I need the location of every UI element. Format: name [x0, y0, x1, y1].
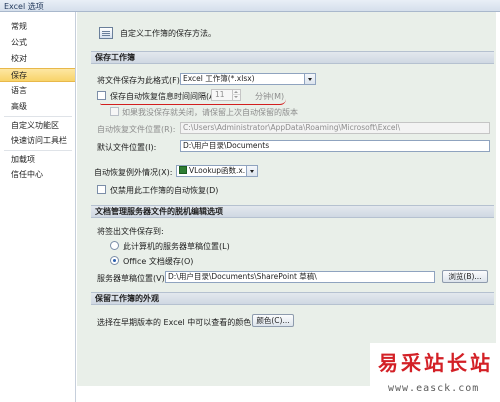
autorecover-location-input[interactable]: C:\Users\Administrator\AppData\Roaming\M… [180, 122, 490, 134]
watermark-logo-text: 易采站长站 [378, 351, 493, 375]
chevron-down-icon[interactable] [246, 166, 257, 176]
autorecover-exceptions-label: 自动恢复例外情况(X): [94, 168, 173, 177]
save-checked-out-label: 将签出文件保存到: [97, 227, 164, 236]
nav-item-quick-access-toolbar[interactable]: 快速访问工具栏 [0, 134, 75, 148]
keep-last-version-label: 如果我没保存就关闭，请保留上次自动保留的版本 [122, 108, 298, 117]
section-preserve-appearance: 保留工作簿的外观 [91, 292, 494, 305]
page-description: 自定义工作簿的保存方法。 [120, 29, 216, 38]
autorecover-minutes-value: 11 [215, 90, 225, 99]
disable-autorecover-label: 仅禁用此工作簿的自动恢复(D) [110, 186, 219, 195]
section-save-workbooks: 保存工作簿 [91, 51, 494, 64]
nav-item-general[interactable]: 常规 [0, 20, 75, 34]
watermark: 易采站长站 www.easck.com [370, 343, 500, 402]
window-title: Excel 选项 [4, 2, 44, 11]
autorecover-location-label: 自动恢复文件位置(R): [97, 125, 176, 134]
nav-item-formulas[interactable]: 公式 [0, 36, 75, 50]
save-format-dropdown[interactable]: Excel 工作簿(*.xlsx) [180, 73, 316, 85]
save-document-icon [99, 27, 113, 39]
nav-item-advanced[interactable]: 高级 [0, 100, 75, 114]
save-format-label: 将文件保存为此格式(F): [97, 76, 183, 85]
keep-last-version-checkbox[interactable] [110, 107, 119, 116]
default-location-label: 默认文件位置(I): [97, 143, 157, 152]
radio-server-drafts[interactable] [110, 241, 119, 250]
default-location-input[interactable]: D:\用户目录\Documents [180, 140, 490, 152]
colors-label: 选择在早期版本的 Excel 中可以查看的颜色: [97, 318, 254, 327]
options-nav: 常规 公式 校对 保存 语言 高级 自定义功能区 快速访问工具栏 加载项 信任中… [0, 12, 76, 402]
chevron-down-icon[interactable] [304, 74, 315, 84]
title-bar: Excel 选项 [0, 0, 500, 12]
colors-button[interactable]: 颜色(C)... [252, 314, 294, 327]
nav-item-proofing[interactable]: 校对 [0, 52, 75, 66]
nav-divider [4, 116, 72, 117]
nav-item-customize-ribbon[interactable]: 自定义功能区 [0, 119, 75, 133]
drafts-location-input[interactable]: D:\用户目录\Documents\SharePoint 草稿\ [165, 271, 435, 283]
autorecover-workbook-dropdown[interactable]: VLookup函数.x... [176, 165, 258, 177]
nav-item-save[interactable]: 保存 [0, 68, 75, 82]
radio-office-cache-label: Office 文档缓存(O) [123, 257, 194, 266]
browse-button[interactable]: 浏览(B)... [442, 270, 488, 283]
nav-item-add-ins[interactable]: 加载项 [0, 153, 75, 167]
drafts-location-label: 服务器草稿位置(V): [97, 274, 168, 283]
nav-item-trust-center[interactable]: 信任中心 [0, 168, 75, 182]
watermark-url: www.easck.com [388, 383, 480, 394]
nav-divider [4, 150, 72, 151]
annotation-underline [100, 99, 286, 105]
nav-item-language[interactable]: 语言 [0, 84, 75, 98]
radio-server-drafts-label: 此计算机的服务器草稿位置(L) [123, 242, 230, 251]
autorecover-workbook-value: VLookup函数.x... [189, 166, 250, 175]
excel-workbook-icon [179, 166, 187, 174]
section-offline-editing: 文档管理服务器文件的脱机编辑选项 [91, 205, 494, 218]
options-content [77, 12, 496, 386]
disable-autorecover-checkbox[interactable] [97, 185, 106, 194]
radio-office-cache[interactable] [110, 256, 119, 265]
save-format-value: Excel 工作簿(*.xlsx) [183, 74, 255, 83]
